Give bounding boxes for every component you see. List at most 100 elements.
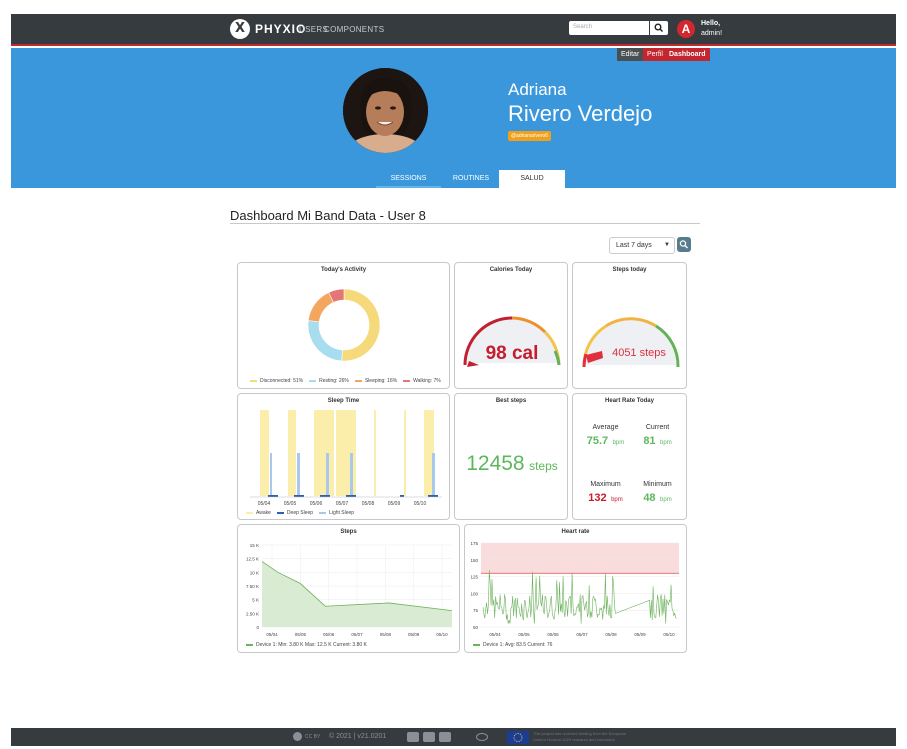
username-text: admin! (701, 30, 723, 37)
hr-average-unit: bpm (612, 440, 625, 446)
awake-bar (404, 410, 406, 496)
steps-y-tick: 10 K (250, 570, 259, 575)
hr-y-tick: 50 (473, 625, 479, 630)
steps-area-chart: 15 K 12.5 K 10 K 7.50 K 5 K 2.50 K 0 05/04 05/05… (246, 543, 453, 637)
profile-header: Editar Perfil Dashboard Adriana Rivero V… (11, 48, 896, 188)
hr-minimum-label: Minimum (643, 481, 672, 488)
steps-y-tick: 5 K (252, 598, 259, 603)
hr-current-unit: bpm (660, 440, 672, 446)
youtube-icon[interactable] (439, 732, 451, 742)
hr-average-label: Average (592, 424, 619, 431)
hr-minimum-unit: bpm (660, 497, 672, 503)
brand-logo[interactable]: X PHYXIO (230, 19, 306, 39)
github-icon[interactable] (407, 732, 419, 742)
profile-button[interactable]: Perfil (643, 48, 667, 61)
calories-value: 98 cal (485, 343, 539, 364)
legend-light-sleep: Light Sleep (329, 510, 355, 516)
sleep-x-tick: 05/10 (414, 501, 427, 507)
deep-sleep-bar (428, 495, 438, 497)
sleep-x-tick: 05/06 (310, 501, 323, 507)
title-divider (230, 223, 700, 224)
logo-icon: X (230, 19, 250, 39)
heart-chart-legend: Device 1: Avg: 83.5 Current: 76 (467, 642, 552, 648)
legend-sleeping: Sleeping: 16% (364, 378, 398, 384)
steps-y-tick: 7.50 K (246, 584, 259, 589)
hr-x-tick: 05/09 (634, 632, 646, 637)
cc-icon (293, 732, 302, 741)
tab-salud[interactable]: SALUD (499, 170, 565, 188)
first-name: Adriana (508, 80, 567, 99)
heart-today-title: Heart Rate Today (605, 398, 654, 404)
date-range-select[interactable]: Last 7 days ▼ (609, 237, 675, 254)
steps-y-tick: 2.50 K (246, 611, 259, 616)
tab-sessions[interactable]: SESSIONS (376, 170, 441, 188)
calories-panel: Calories Today 98 cal (454, 262, 568, 389)
chevron-down-icon: ▼ (664, 242, 670, 248)
hr-minimum-value: 48 (643, 492, 656, 504)
deep-sleep-bar (268, 495, 278, 497)
cc-license: CC BY (305, 734, 321, 740)
hr-maximum-value: 132 (588, 492, 607, 504)
hr-average: Average 75.7 bpm (583, 424, 628, 449)
nav-components-link[interactable]: COMPONENTS (324, 25, 384, 34)
hr-y-tick: 125 (470, 575, 478, 580)
sleep-x-tick: 05/05 (284, 501, 297, 507)
apply-range-button[interactable] (677, 237, 691, 252)
calories-title: Calories Today (489, 267, 533, 273)
eu-flag-icon (507, 731, 529, 744)
awake-bar (314, 410, 334, 496)
sleep-legend: Awake Deep Sleep Light Sleep (240, 510, 354, 516)
user-greeting[interactable]: Hello, admin! (701, 19, 722, 39)
steps-x-tick: 05/05 (295, 632, 307, 637)
hr-y-tick: 100 (470, 591, 478, 596)
hr-y-tick: 150 (470, 558, 478, 563)
hr-maximum: Maximum 132 bpm (583, 481, 628, 506)
hr-current: Current 81 bpm (635, 424, 680, 449)
steps-gauge (582, 317, 680, 368)
activity-donut-chart (307, 288, 381, 362)
light-sleep-bar (432, 453, 435, 496)
search-icon (654, 23, 663, 32)
deep-sleep-bar (320, 495, 330, 497)
search-input[interactable]: Search (569, 21, 649, 35)
hr-minimum: Minimum 48 bpm (635, 481, 680, 506)
steps-chart-legend: Device 1: Min: 3.80 K Max: 12.5 K Curren… (240, 642, 367, 648)
activity-panel: Today's Activity Disconnected: 51% Resti… (237, 262, 450, 389)
edit-button[interactable]: Editar (617, 48, 644, 61)
page-footer: CC BY © 2021 | v21.0201 This project has… (11, 728, 896, 746)
hr-line (482, 570, 677, 624)
sleep-panel: Sleep Time 05/04 05/05 05/06 05/07 05/08 05/0… (237, 393, 450, 520)
sleep-x-tick: 05/07 (336, 501, 349, 507)
steps-today-value: 4051 steps (612, 347, 666, 359)
eu-funding-text: This project has received funding from t… (533, 731, 626, 743)
dashboard-button[interactable]: Dashboard (665, 48, 710, 61)
best-steps-panel: Best steps 12458 steps (454, 393, 568, 520)
donut-slice-sleeping (307, 292, 334, 323)
hr-x-tick: 05/06 (547, 632, 559, 637)
user-avatar[interactable]: A (677, 20, 695, 38)
legend-deep-sleep: Deep Sleep (286, 510, 314, 516)
hr-x-tick: 05/07 (576, 632, 588, 637)
hr-x-tick: 05/08 (605, 632, 617, 637)
hr-current-label: Current (645, 424, 670, 431)
awake-bar (374, 410, 376, 496)
steps-x-tick: 05/09 (408, 632, 420, 637)
hr-maximum-unit: bpm (611, 497, 623, 503)
sleep-bar-chart: 05/04 05/05 05/06 05/07 05/08 05/09 05/10 (250, 410, 442, 507)
steps-today-panel: Steps today 4051 steps (572, 262, 687, 389)
activity-legend: Disconnected: 51% Resting: 26% Sleeping:… (244, 378, 441, 384)
search-button[interactable] (650, 21, 668, 35)
best-steps-title: Best steps (495, 398, 527, 404)
donut-slice-resting (307, 320, 343, 362)
twitter-icon[interactable] (423, 732, 435, 742)
hr-y-tick: 175 (470, 541, 478, 546)
top-navbar: X PHYXIO USERS COMPONENTS Search A Hello… (11, 14, 896, 46)
tab-routines[interactable]: ROUTINES (441, 170, 501, 188)
legend-walking: Walking: 7% (413, 378, 441, 384)
best-steps-readout: 12458 steps (455, 452, 569, 476)
light-sleep-bar (297, 453, 300, 496)
steps-x-tick: 05/08 (380, 632, 392, 637)
steps-y-tick: 12.5 K (246, 557, 259, 562)
dashboard-title: Dashboard Mi Band Data - User 8 (230, 208, 426, 223)
heart-today-panel: Heart Rate Today Average 75.7 bpm Curren… (572, 393, 687, 520)
